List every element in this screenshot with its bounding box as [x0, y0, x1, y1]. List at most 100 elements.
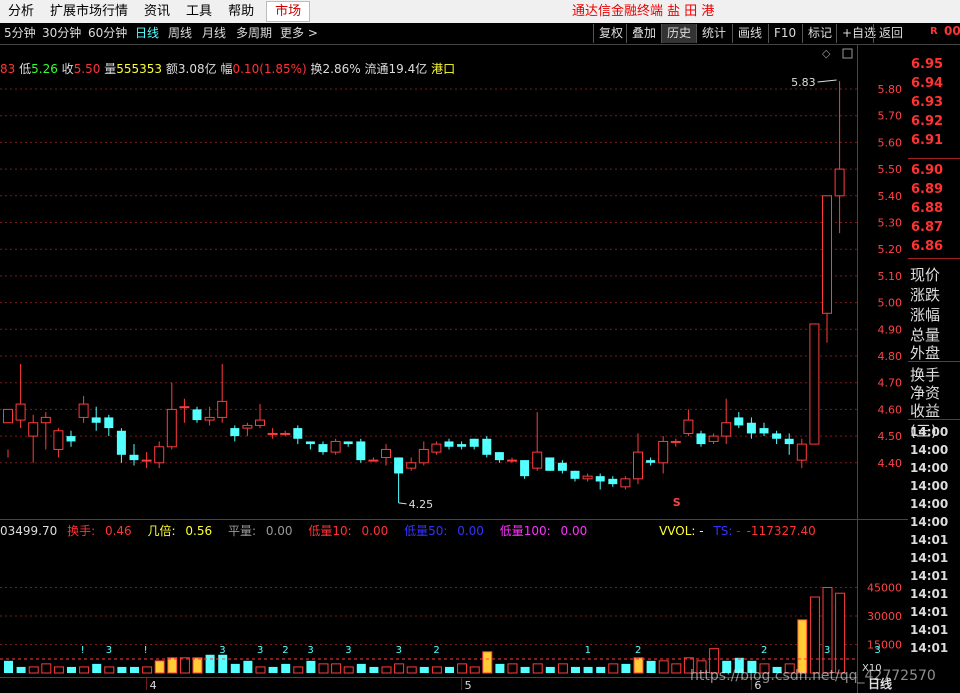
volume-bar-highlight	[154, 660, 165, 674]
period-daily[interactable]: 日线	[135, 23, 159, 44]
candle-body-down	[116, 430, 126, 455]
volume-bar-up	[835, 592, 846, 674]
volume-bar-up	[532, 663, 543, 674]
quote-side-panel: 6.95 6.94 6.93 6.92 6.91 6.90 6.89 6.88 6.87 6.86…	[868, 45, 960, 693]
volume-signal-mark: 3	[257, 645, 263, 656]
high-price-label: 5.83	[791, 76, 816, 89]
volume-bar-down	[230, 663, 240, 673]
volume-bar-up	[343, 666, 354, 674]
overlay-button[interactable]: 叠加	[626, 24, 661, 43]
candle-body-down	[318, 444, 328, 453]
volume-bar-up	[142, 666, 153, 674]
orderbook-price: 6.92	[911, 114, 944, 129]
f10-button[interactable]: F10	[768, 24, 801, 43]
volume-bar-up	[318, 663, 329, 674]
volume-bar-down	[306, 660, 316, 673]
orderbook-price: 6.88	[911, 201, 944, 216]
kline-chart[interactable]: ◇ 5.80 5.70 5.60 5.50 5.40 5.30 5.20 5.10 5.00 4.9…	[0, 45, 908, 693]
volume-bar-down	[596, 666, 606, 673]
volume-bar-down	[445, 666, 454, 673]
volume-bar-down	[495, 663, 505, 673]
menu-news[interactable]: 资讯	[136, 0, 178, 23]
volume-tick-label: 45000	[867, 582, 902, 595]
price-tick-label: 5.40	[878, 190, 903, 203]
back-button[interactable]: 返回	[873, 24, 908, 43]
volume-signal-mark: 3	[874, 645, 880, 656]
vol-dl50-label: 低量50:	[404, 524, 448, 538]
candle-body-down	[494, 452, 504, 461]
candle-body-up	[683, 419, 694, 434]
volume-bar-up	[557, 663, 568, 674]
candle-body-down	[91, 417, 101, 423]
tick-time: 14:00	[910, 515, 949, 529]
vol-dl50: 0.00	[457, 524, 484, 538]
low-pointer-line	[398, 502, 407, 505]
candle-body-down	[457, 444, 467, 447]
period-60min[interactable]: 60分钟	[88, 23, 127, 44]
statistics-button[interactable]: 统计	[696, 24, 731, 43]
price-tick-label: 4.40	[878, 457, 903, 470]
volume-signal-mark: 2	[761, 645, 767, 656]
volume-bar-down	[117, 666, 127, 673]
price-tick-label: 5.70	[878, 110, 903, 123]
menu-tools[interactable]: 工具	[178, 0, 220, 23]
history-button[interactable]: 历史	[661, 24, 697, 43]
period-5min[interactable]: 5分钟	[4, 23, 36, 44]
orderbook-price: 6.89	[911, 182, 944, 197]
orderbook-price: 6.93	[911, 95, 944, 110]
candle-body-down	[746, 422, 756, 434]
candle-body-down	[469, 438, 479, 447]
vol-jb: 0.56	[185, 524, 213, 538]
vol-dl10: 0.00	[361, 524, 389, 538]
candle-body-up	[670, 440, 681, 443]
menu-analysis[interactable]: 分析	[0, 0, 42, 23]
menu-bar: 分析 扩展市场行情 资讯 工具 帮助 市场	[0, 0, 960, 24]
period-more[interactable]: 更多 >	[280, 23, 318, 44]
orderbook-price: 6.87	[911, 220, 944, 235]
candle-body-up	[330, 440, 341, 453]
period-30min[interactable]: 30分钟	[42, 23, 81, 44]
volume-bar-up	[331, 663, 342, 674]
volume-bar-up	[41, 663, 52, 674]
volume-bar-down	[268, 666, 278, 673]
quote-field-label: 换手	[910, 366, 941, 384]
candle-body-up	[796, 443, 807, 461]
low-price-label: 4.25	[409, 498, 434, 511]
period-weekly[interactable]: 周线	[168, 23, 192, 44]
candle-body-down	[444, 441, 454, 447]
candle-body-up	[267, 432, 278, 435]
candle-body-up	[141, 459, 152, 462]
volume-signal-mark: 3	[396, 645, 402, 656]
volume-signal-mark: 2	[635, 645, 641, 656]
vol-hs-label: 换手:	[67, 524, 96, 538]
candle-body-up	[406, 462, 417, 469]
quote-field-label: 现价	[910, 266, 941, 284]
volume-bar-down	[92, 663, 102, 673]
draw-line-button[interactable]: 画线	[732, 24, 767, 43]
menu-market-tab[interactable]: 市场	[266, 1, 311, 22]
high-pointer-line	[817, 79, 837, 83]
menu-help[interactable]: 帮助	[220, 0, 262, 23]
tick-time: 14:01	[910, 623, 949, 637]
candle-body-up	[217, 400, 228, 418]
panel-toggle-icon	[842, 48, 853, 59]
price-tick-label: 5.80	[878, 83, 903, 96]
mark-button[interactable]: 标记	[802, 24, 837, 43]
volume-tick-label: 30000	[867, 610, 902, 623]
period-multi[interactable]: 多周期	[236, 23, 272, 44]
candle-body-down	[129, 454, 139, 461]
candle-body-up	[53, 430, 64, 450]
watermark: https://blog.csdn.net/qq_42772570	[690, 668, 936, 684]
candle-body-up	[658, 440, 669, 464]
period-monthly[interactable]: 月线	[202, 23, 226, 44]
candle-body-down	[545, 457, 555, 471]
menu-extended-market[interactable]: 扩展市场行情	[42, 0, 136, 23]
candle-body-down	[772, 433, 782, 439]
candle-body-up	[28, 422, 39, 437]
candle-body-down	[595, 476, 605, 482]
volume-bar-down	[621, 663, 631, 673]
volume-signal-mark: 3	[307, 645, 313, 656]
adjust-button[interactable]: 复权	[593, 24, 628, 43]
vol-hs: 0.46	[104, 524, 132, 538]
orderbook-price: 6.94	[911, 76, 944, 91]
